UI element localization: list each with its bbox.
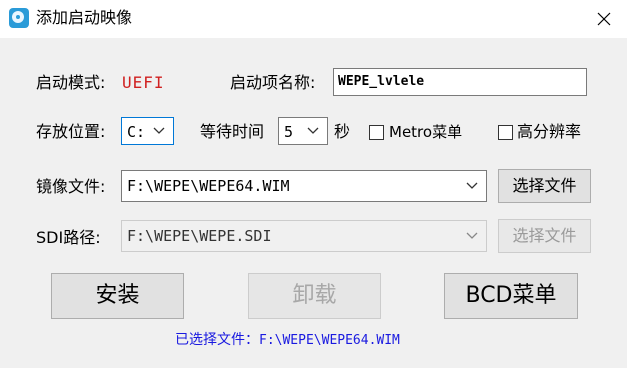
metro-menu-label[interactable]: Metro菜单 [389, 121, 462, 143]
wait-time-selected: 5 [284, 123, 294, 141]
close-button[interactable] [581, 0, 627, 38]
close-icon [597, 12, 611, 26]
boot-mode-label: 启动模式: [36, 73, 106, 92]
bcd-menu-button[interactable]: BCD菜单 [444, 273, 578, 319]
wait-time-select[interactable]: 5 [278, 117, 328, 145]
placement-select[interactable]: C: [121, 117, 174, 145]
boot-mode-value: UEFI [122, 73, 165, 92]
sdi-path-select[interactable]: F:\WEPE\WEPE.SDI [121, 220, 487, 252]
image-file-label: 镜像文件: [36, 177, 106, 196]
sdi-path-label: SDI路径: [36, 228, 101, 247]
image-file-value: F:\WEPE\WEPE64.WIM [127, 177, 290, 195]
image-file-select[interactable]: F:\WEPE\WEPE64.WIM [121, 170, 487, 202]
wait-time-unit: 秒 [334, 122, 351, 141]
boot-name-input[interactable]: WEPE_lvlele [333, 68, 587, 96]
title-bar: 添加启动映像 [0, 0, 627, 38]
sdi-path-value: F:\WEPE\WEPE.SDI [127, 227, 272, 245]
chevron-down-icon [153, 127, 165, 134]
high-resolution-checkbox[interactable] [498, 125, 513, 140]
chevron-down-icon [466, 232, 478, 239]
status-path: F:\WEPE\WEPE64.WIM [259, 333, 400, 348]
selected-file-status: 已选择文件：F:\WEPE\WEPE64.WIM [175, 330, 400, 351]
high-resolution-label[interactable]: 高分辨率 [517, 121, 581, 143]
add-boot-image-dialog: 添加启动映像 启动模式: UEFI 启动项名称: WEPE_lvlele 存放位… [0, 0, 627, 368]
metro-menu-checkbox[interactable] [369, 125, 384, 140]
chevron-down-icon [307, 127, 319, 134]
install-button[interactable]: 安装 [51, 273, 184, 319]
window-title: 添加启动映像 [36, 8, 133, 27]
status-prefix: 已选择文件： [175, 332, 259, 348]
chevron-down-icon [466, 182, 478, 189]
placement-label: 存放位置: [36, 122, 106, 141]
disc-app-icon [9, 8, 29, 28]
image-file-browse-button[interactable]: 选择文件 [498, 169, 591, 203]
boot-name-label: 启动项名称: [230, 73, 316, 92]
placement-selected: C: [127, 123, 146, 141]
uninstall-button[interactable]: 卸载 [248, 273, 381, 319]
sdi-path-browse-button[interactable]: 选择文件 [498, 219, 591, 253]
wait-time-label: 等待时间 [200, 122, 265, 141]
